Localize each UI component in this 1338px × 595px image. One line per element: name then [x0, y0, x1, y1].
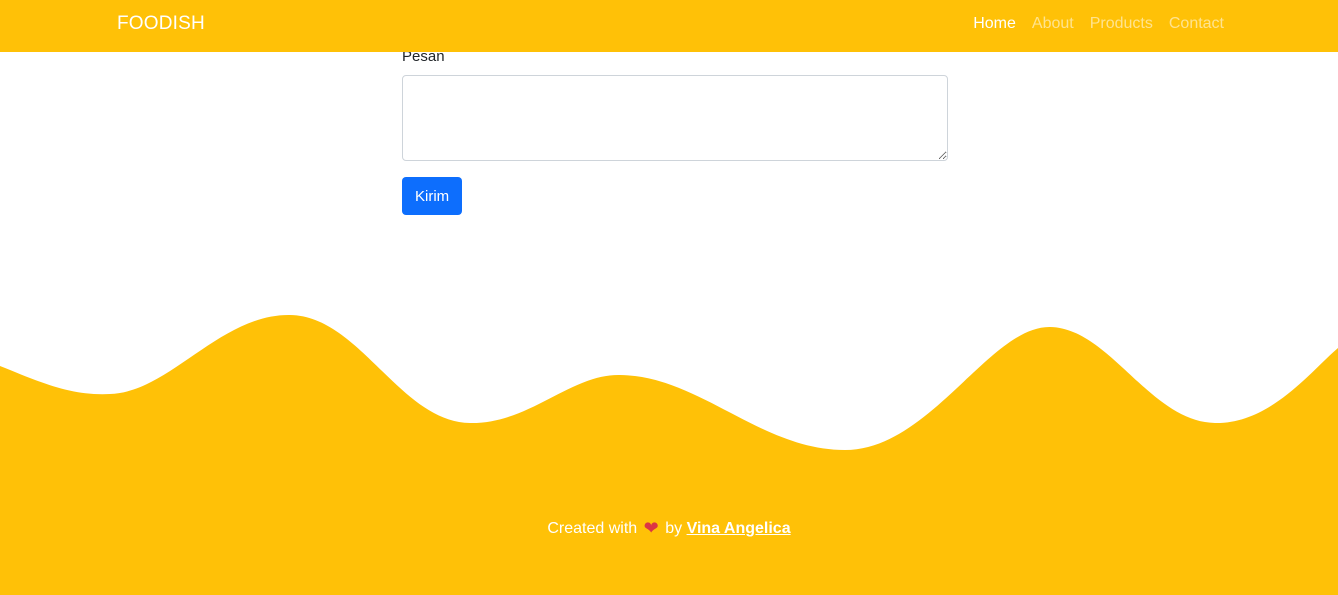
footer-by: by: [665, 520, 683, 537]
footer: Created with ❤ by Vina Angelica: [0, 460, 1338, 595]
author-link[interactable]: Vina Angelica: [687, 520, 791, 537]
nav-link-contact[interactable]: Contact: [1169, 15, 1224, 33]
submit-button[interactable]: Kirim: [402, 177, 463, 215]
nav-link-about[interactable]: About: [1032, 15, 1074, 33]
message-input[interactable]: [402, 75, 948, 161]
heart-icon: ❤: [643, 518, 659, 538]
nav-link-home[interactable]: Home: [973, 15, 1016, 33]
nav-link-products[interactable]: Products: [1090, 15, 1153, 33]
brand-logo[interactable]: FOODISH: [117, 13, 205, 35]
footer-wave: [0, 314, 1338, 470]
nav-links: Home About Products Contact: [973, 15, 1224, 33]
footer-prefix: Created with: [547, 520, 638, 537]
footer-credit: Created with ❤ by Vina Angelica: [0, 518, 1338, 539]
contact-form: Pesan Kirim: [402, 46, 948, 215]
navbar: FOODISH Home About Products Contact: [0, 0, 1338, 52]
page: FOODISH Home About Products Contact Pesa…: [0, 0, 1338, 595]
